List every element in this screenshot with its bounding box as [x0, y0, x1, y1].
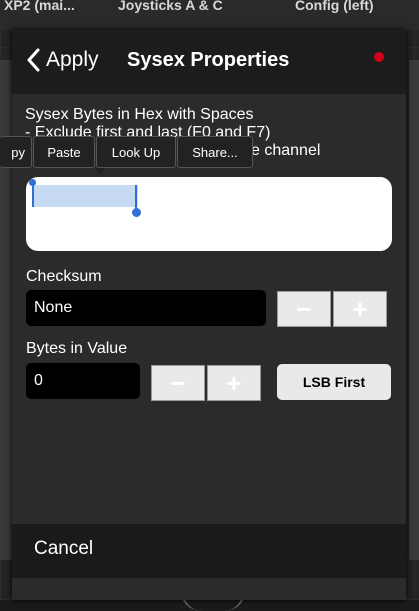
bytes-minus-button[interactable]: −	[151, 365, 205, 401]
edit-context-menu: py Paste Look Up Share...	[0, 136, 254, 168]
tab-xp2[interactable]: XP2 (mai...	[4, 0, 75, 13]
checksum-field[interactable]: None	[26, 290, 266, 326]
checksum-plus-button[interactable]: +	[333, 291, 387, 327]
checksum-stepper: − +	[277, 291, 389, 329]
bytes-stepper: − +	[151, 365, 263, 403]
background-tab-bar: XP2 (mai... Joysticks A & C Config (left…	[0, 0, 419, 30]
chevron-left-icon	[27, 48, 40, 72]
sysex-bytes-input[interactable]	[26, 177, 392, 251]
page-title: Sysex Properties	[127, 49, 290, 71]
background-left-strip	[0, 60, 12, 560]
tab-config-left[interactable]: Config (left)	[295, 0, 374, 13]
nav-bar: Apply Sysex Properties	[12, 30, 406, 94]
menu-copy[interactable]: py	[0, 136, 32, 168]
checksum-minus-button[interactable]: −	[277, 291, 331, 327]
background-right-strip	[409, 60, 419, 560]
bytes-in-value-label: Bytes in Value	[26, 340, 128, 357]
description-line-1: Sysex Bytes in Hex with Spaces	[25, 106, 254, 123]
menu-look-up[interactable]: Look Up	[96, 136, 176, 168]
apply-label: Apply	[46, 48, 99, 71]
cancel-label: Cancel	[34, 538, 94, 559]
apply-button[interactable]: Apply	[26, 48, 99, 72]
menu-pointer	[94, 168, 106, 175]
menu-share[interactable]: Share...	[177, 136, 253, 168]
checksum-label: Checksum	[26, 268, 102, 285]
record-indicator-icon	[374, 52, 384, 62]
bytes-plus-button[interactable]: +	[207, 365, 261, 401]
lsb-first-button[interactable]: LSB First	[277, 364, 391, 400]
sysex-properties-dialog: Apply Sysex Properties Sysex Bytes in He…	[0, 30, 406, 600]
bytes-in-value-field[interactable]: 0	[26, 363, 140, 399]
tab-joysticks[interactable]: Joysticks A & C	[118, 0, 223, 13]
menu-paste[interactable]: Paste	[33, 136, 95, 168]
cancel-button[interactable]: Cancel	[12, 524, 406, 578]
